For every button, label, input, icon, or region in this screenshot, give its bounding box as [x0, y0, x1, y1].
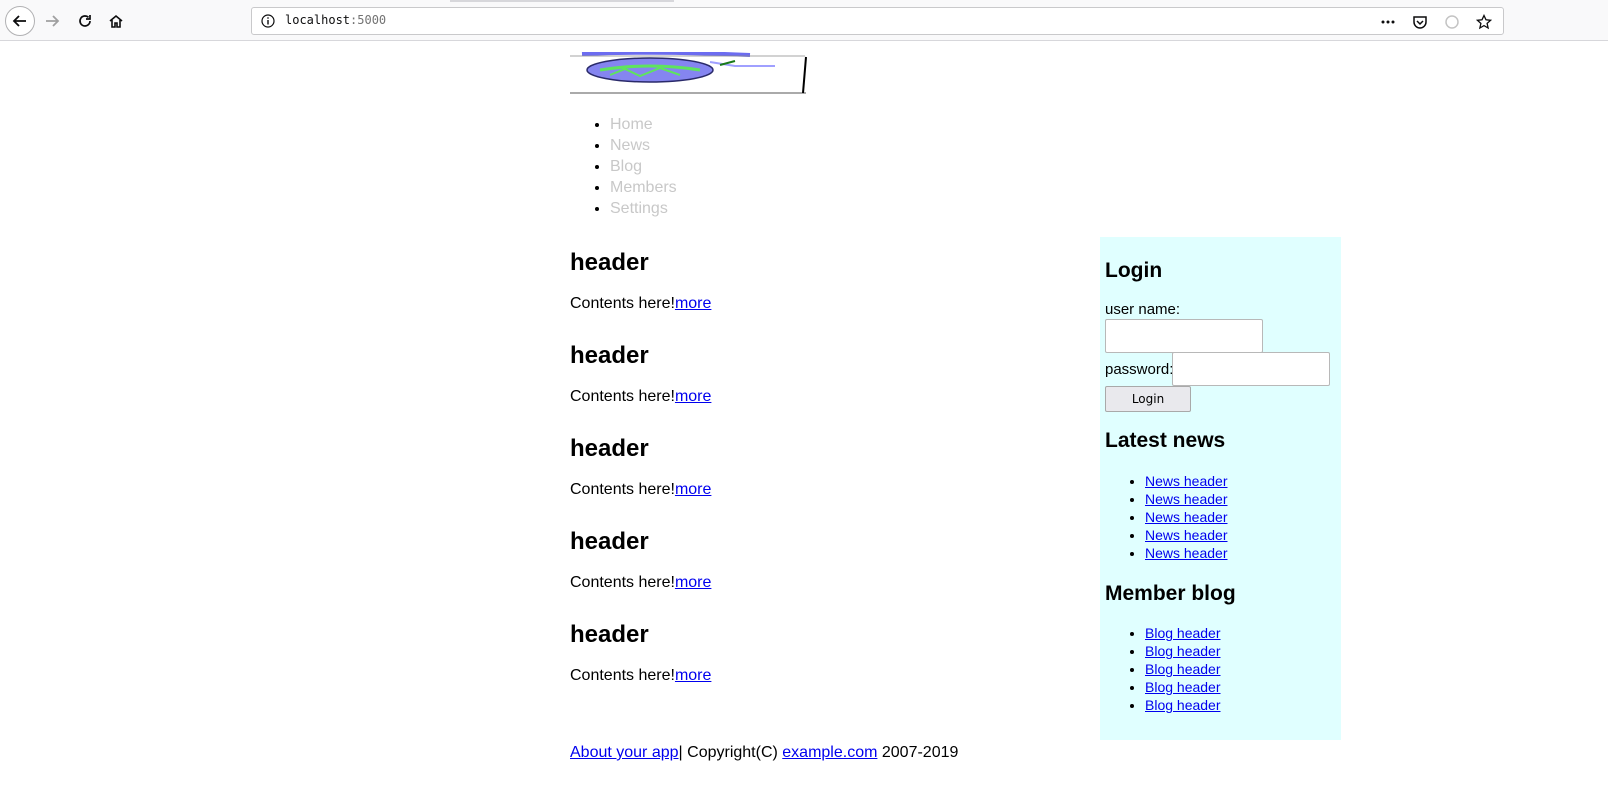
more-link[interactable]: more	[675, 295, 711, 312]
member-blog-list: Blog header Blog header Blog header Blog…	[1105, 624, 1221, 714]
nav-item-members: Members	[610, 177, 677, 198]
list-item: Blog header	[1145, 696, 1221, 714]
post-body: Contents here!more	[570, 294, 1090, 314]
sidebar: Login user name: password: Login Latest …	[1100, 237, 1341, 740]
password-input[interactable]	[1172, 352, 1330, 386]
more-link[interactable]: more	[675, 388, 711, 405]
url-actions	[1377, 11, 1495, 33]
post-header: header	[570, 621, 649, 648]
pocket-icon	[1413, 16, 1427, 29]
list-item: News header	[1145, 526, 1228, 544]
tab-indicator	[450, 0, 674, 2]
list-item: Blog header	[1145, 624, 1221, 642]
nav-link-news[interactable]: News	[610, 137, 650, 154]
news-link[interactable]: News header	[1145, 509, 1228, 525]
info-icon[interactable]	[261, 14, 275, 28]
nav-item-news: News	[610, 135, 677, 156]
main-column: header Contents here!more header Content…	[570, 247, 1090, 712]
post-body: Contents here!more	[570, 573, 1090, 593]
blog-link[interactable]: Blog header	[1145, 625, 1221, 641]
post-content: Contents here!	[570, 295, 675, 312]
list-item: Blog header	[1145, 678, 1221, 696]
post-header: header	[570, 435, 649, 462]
copyright-text: | Copyright(C)	[678, 744, 783, 761]
more-link[interactable]: more	[675, 667, 711, 684]
post-header: header	[570, 249, 649, 276]
post-header: header	[570, 528, 649, 555]
post: header Contents here!more	[570, 619, 1090, 712]
arrow-right-icon	[46, 15, 60, 27]
forward-button[interactable]	[37, 6, 67, 36]
news-link[interactable]: News header	[1145, 491, 1228, 507]
nav-item-blog: Blog	[610, 156, 677, 177]
address-bar[interactable]: localhost:5000	[251, 7, 1504, 35]
username-label: user name:	[1105, 301, 1181, 318]
list-item: News header	[1145, 544, 1228, 562]
page-actions-button[interactable]	[1377, 11, 1399, 33]
nav-link-settings[interactable]: Settings	[610, 200, 668, 217]
news-link[interactable]: News header	[1145, 545, 1228, 561]
back-button[interactable]	[5, 6, 35, 36]
post-body: Contents here!more	[570, 666, 1090, 686]
nav-link-members[interactable]: Members	[610, 179, 677, 196]
more-link[interactable]: more	[675, 481, 711, 498]
post-header: header	[570, 342, 649, 369]
site-link[interactable]: example.com	[782, 744, 877, 761]
site-logo	[570, 52, 808, 94]
nav-link-home[interactable]: Home	[610, 116, 653, 133]
footer: About your app| Copyright(C) example.com…	[570, 744, 958, 762]
news-link[interactable]: News header	[1145, 473, 1228, 489]
post-body: Contents here!more	[570, 480, 1090, 500]
username-input[interactable]	[1105, 319, 1263, 353]
reload-icon	[79, 15, 91, 27]
post: header Contents here!more	[570, 247, 1090, 340]
blog-link[interactable]: Blog header	[1145, 697, 1221, 713]
loading-indicator	[1441, 11, 1463, 33]
main-nav: Home News Blog Members Settings	[570, 114, 677, 219]
list-item: Blog header	[1145, 660, 1221, 678]
nav-link-blog[interactable]: Blog	[610, 158, 642, 175]
browser-toolbar: localhost:5000	[0, 0, 1608, 41]
url-text[interactable]: localhost:5000	[285, 13, 386, 27]
post-content: Contents here!	[570, 667, 675, 684]
more-link[interactable]: more	[675, 574, 711, 591]
post-content: Contents here!	[570, 574, 675, 591]
copyright-years: 2007-2019	[877, 744, 959, 761]
blog-link[interactable]: Blog header	[1145, 643, 1221, 659]
password-label: password:	[1105, 361, 1174, 378]
nav-item-home: Home	[610, 114, 677, 135]
post-body: Contents here!more	[570, 387, 1090, 407]
post: header Contents here!more	[570, 526, 1090, 619]
about-link[interactable]: About your app	[570, 744, 679, 761]
list-item: Blog header	[1145, 642, 1221, 660]
list-item: News header	[1145, 508, 1228, 526]
post: header Contents here!more	[570, 340, 1090, 433]
home-button[interactable]	[101, 6, 131, 36]
post-content: Contents here!	[570, 388, 675, 405]
login-button[interactable]: Login	[1105, 386, 1191, 412]
member-blog-title: Member blog	[1105, 582, 1236, 605]
nav-item-settings: Settings	[610, 198, 677, 219]
post: header Contents here!more	[570, 433, 1090, 526]
reload-button[interactable]	[70, 6, 100, 36]
arrow-left-icon	[12, 15, 26, 27]
more-icon	[1381, 20, 1395, 24]
pocket-button[interactable]	[1409, 11, 1431, 33]
blog-link[interactable]: Blog header	[1145, 679, 1221, 695]
list-item: News header	[1145, 472, 1228, 490]
post-content: Contents here!	[570, 481, 675, 498]
latest-news-title: Latest news	[1105, 429, 1226, 452]
login-title: Login	[1105, 259, 1163, 282]
loading-icon	[1445, 15, 1459, 29]
blog-link[interactable]: Blog header	[1145, 661, 1221, 677]
latest-news-list: News header News header News header News…	[1105, 472, 1228, 562]
url-port: :5000	[350, 13, 387, 27]
star-icon	[1476, 14, 1492, 30]
list-item: News header	[1145, 490, 1228, 508]
url-host: localhost	[285, 13, 351, 27]
news-link[interactable]: News header	[1145, 527, 1228, 543]
home-icon	[109, 14, 123, 28]
bookmark-button[interactable]	[1473, 11, 1495, 33]
